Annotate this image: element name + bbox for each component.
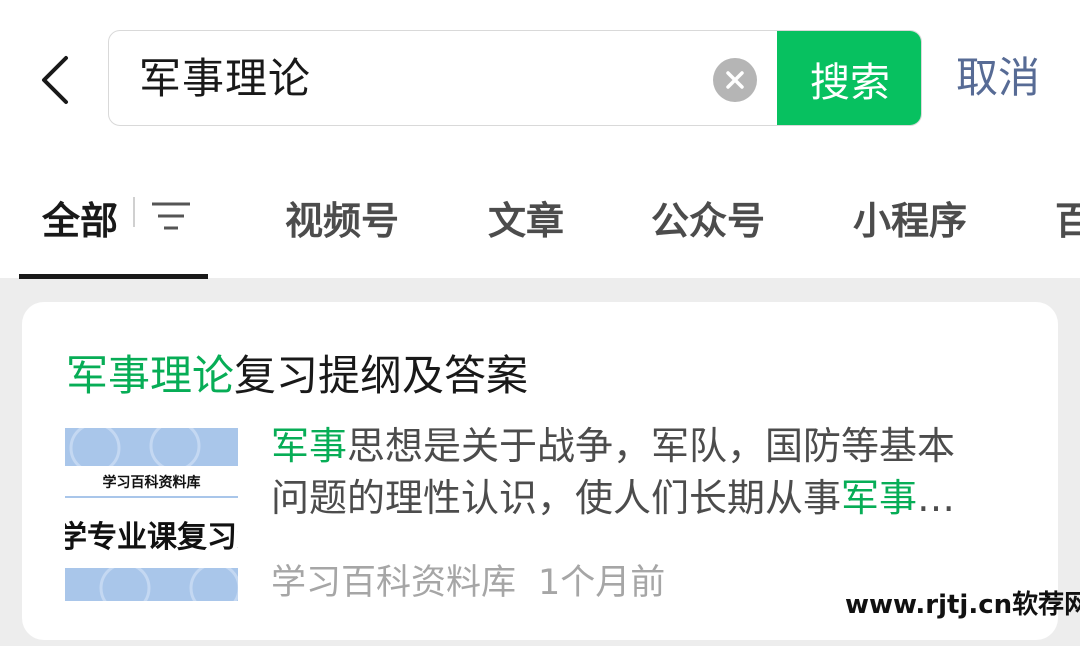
tab-all[interactable]: 全部 <box>42 190 118 245</box>
snippet-highlight: 军事 <box>271 424 348 468</box>
snippet-highlight: 军事 <box>841 476 918 520</box>
result-title[interactable]: 军事理论复习提纲及答案 <box>66 342 528 403</box>
cancel-button[interactable]: 取消 <box>956 48 1040 108</box>
back-button[interactable] <box>30 50 80 110</box>
result-source[interactable]: 学习百科资料库 <box>271 563 516 603</box>
tab-mini-programs[interactable]: 小程序 <box>853 190 967 245</box>
filter-icon[interactable] <box>150 200 192 238</box>
tab-channels[interactable]: 视频号 <box>285 190 399 245</box>
search-button[interactable]: 搜索 <box>777 31 921 125</box>
search-input[interactable]: 军事理论 <box>139 31 311 125</box>
thumbnail-big-text: 学专业课复习资 <box>65 520 238 555</box>
filter-tabs: 全部 视频号 文章 公众号 小程序 百 <box>0 170 1080 279</box>
result-title-rest: 复习提纲及答案 <box>234 351 529 400</box>
tab-divider <box>133 197 135 227</box>
thumbnail-label: 学习百科资料库 <box>102 475 201 491</box>
chevron-left-icon <box>42 56 68 104</box>
result-thumbnail[interactable]: 学习百科资料库 学专业课复习资 <box>65 428 238 601</box>
result-title-highlight: 军事理论 <box>66 351 235 400</box>
search-box: 军事理论 搜索 <box>108 30 922 126</box>
snippet-line-2: 问题的理性认识，使人们长期从事军事… <box>271 472 1011 524</box>
tab-baike[interactable]: 百 <box>1055 190 1080 245</box>
snippet-text: 思想是关于战争，军队，国防等基本 <box>347 424 956 468</box>
clear-icon <box>726 71 744 89</box>
search-header: 军事理论 搜索 取消 全部 视频号 文章 公众号 小程序 百 <box>0 0 1080 279</box>
snippet-text: 问题的理性认识，使人们长期从事 <box>271 476 842 520</box>
active-tab-indicator <box>19 274 208 279</box>
result-snippet: 军事思想是关于战争，军队，国防等基本 问题的理性认识，使人们长期从事军事… <box>271 420 1011 524</box>
result-time: 1个月前 <box>538 563 666 603</box>
snippet-line-1: 军事思想是关于战争，军队，国防等基本 <box>271 420 1011 472</box>
tab-official-accounts[interactable]: 公众号 <box>651 190 765 245</box>
watermark: www.rjtj.cn软荐网 <box>845 590 1080 620</box>
tab-articles[interactable]: 文章 <box>488 190 564 245</box>
snippet-ellipsis: … <box>917 476 956 520</box>
result-meta: 学习百科资料库 1个月前 <box>271 554 665 605</box>
clear-button[interactable] <box>713 58 757 102</box>
